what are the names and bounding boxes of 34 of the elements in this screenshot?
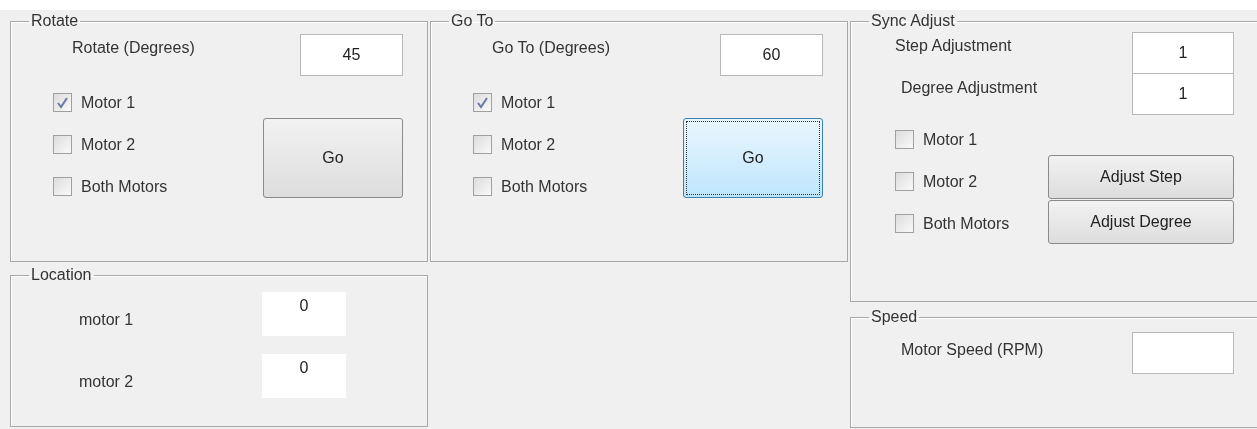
go-button[interactable]: Go (263, 118, 403, 198)
checkbox[interactable]: Both Motors (53, 176, 168, 197)
checkbox[interactable]: Both Motors (473, 176, 588, 197)
check-icon (476, 96, 489, 109)
field-label: Step Adjustment (895, 36, 1012, 56)
checkbox[interactable]: Motor 2 (53, 134, 168, 155)
panel-title: Speed (870, 307, 919, 327)
input-field[interactable]: 1 (1132, 73, 1234, 115)
checkbox[interactable]: Motor 1 (473, 92, 588, 113)
checkbox[interactable]: Motor 2 (473, 134, 588, 155)
checkbox[interactable]: Motor 1 (895, 129, 1010, 150)
panel-title: Sync Adjust (870, 11, 956, 31)
field-label: motor 1 (79, 310, 135, 330)
readout-field: 0 (262, 354, 346, 398)
panel-title: Go To (450, 11, 495, 31)
check-icon (56, 96, 69, 109)
panel-title: Rotate (30, 11, 80, 31)
field-label: motor 2 (79, 372, 135, 392)
checkbox[interactable]: Both Motors (895, 213, 1010, 234)
input-field[interactable]: 1 (1132, 32, 1234, 74)
field-label: Rotate (Degrees) (72, 38, 195, 58)
readout-field: 0 (262, 292, 346, 336)
checkbox[interactable]: Motor 2 (895, 171, 1010, 192)
field-label: Motor Speed (RPM) (901, 340, 1044, 360)
input-field[interactable]: 60 (720, 34, 823, 76)
input-field[interactable]: 45 (300, 34, 403, 76)
field-label: Degree Adjustment (901, 78, 1038, 98)
input-field[interactable] (1132, 332, 1234, 374)
adjust-button[interactable]: Adjust Step (1048, 155, 1234, 199)
panel-title: Location (30, 265, 93, 285)
checkbox[interactable]: Motor 1 (53, 92, 168, 113)
go-button[interactable]: Go (683, 118, 823, 198)
adjust-button[interactable]: Adjust Degree (1048, 200, 1234, 244)
field-label: Go To (Degrees) (492, 38, 610, 58)
